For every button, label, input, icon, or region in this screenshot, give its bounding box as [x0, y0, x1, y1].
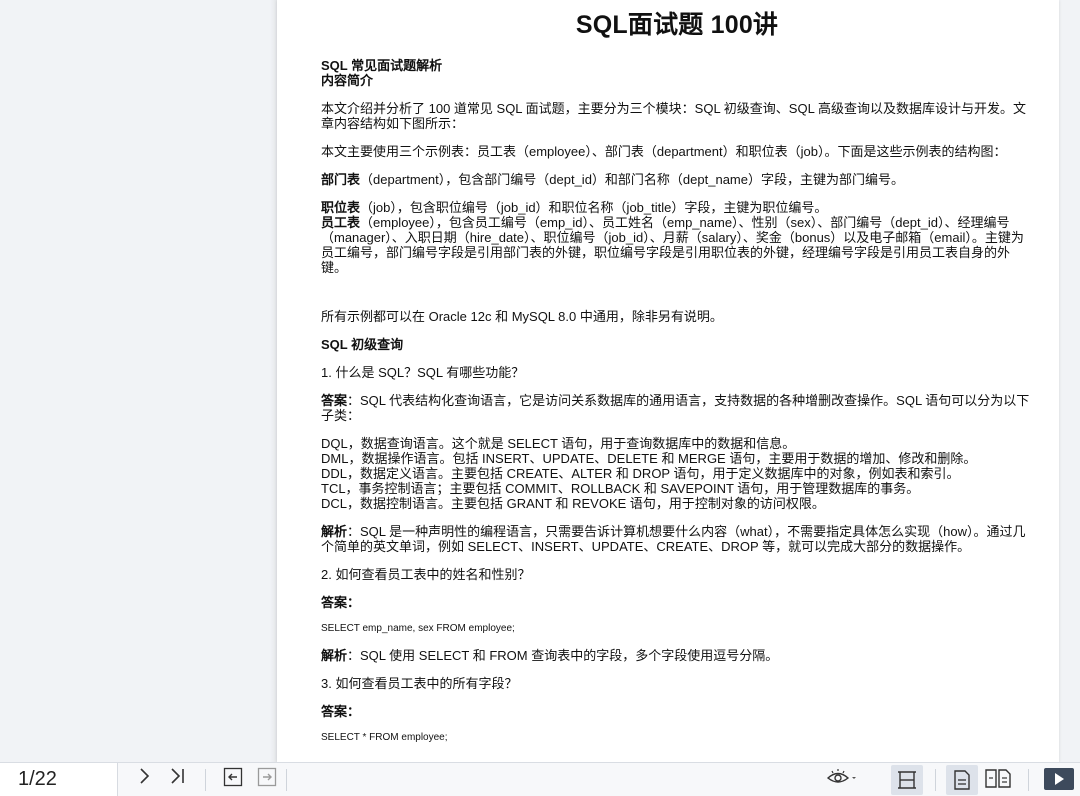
toolbar-divider: [205, 769, 206, 791]
q1-analysis: 解析：SQL 是一种声明性的编程语言，只需要告诉计算机想要什么内容（what），…: [321, 524, 1033, 554]
play-icon[interactable]: [1042, 767, 1076, 791]
job-text: （job），包含职位编号（job_id）和职位名称（job_title）字段，主…: [360, 200, 828, 215]
single-page-icon[interactable]: [946, 765, 978, 795]
page-indicator[interactable]: 1/22: [18, 768, 57, 791]
q1-list-item: DML，数据操作语言。包括 INSERT、UPDATE、DELETE 和 MER…: [321, 451, 977, 466]
q1-analysis-text: ：SQL 是一种声明性的编程语言，只需要告诉计算机想要什么内容（what），不需…: [321, 524, 1026, 554]
q2-analysis-text: ：SQL 使用 SELECT 和 FROM 查询表中的字段，多个字段使用逗号分隔…: [347, 648, 779, 663]
dept-table-desc: 部门表（department），包含部门编号（dept_id）和部门名称（dep…: [321, 172, 1033, 187]
section-basic-heading: SQL 初级查询: [321, 337, 404, 352]
page-indicator-box[interactable]: 1/22: [0, 763, 118, 796]
document-page: SQL面试题 100讲 SQL 常见面试题解析 内容简介 本文介绍并分析了 10…: [277, 0, 1059, 762]
q2-code: SELECT emp_name, sex FROM employee;: [321, 623, 515, 634]
bottom-toolbar: 1/22: [0, 762, 1080, 796]
emp-text: （employee），包含员工编号（emp_id）、员工姓名（emp_name）…: [321, 215, 1024, 275]
intro-paragraph-2: 本文主要使用三个示例表：员工表（employee）、部门表（department…: [321, 144, 1007, 159]
toolbar-divider: [286, 769, 287, 791]
emp-table-desc: 员工表（employee），包含员工编号（emp_id）、员工姓名（emp_na…: [321, 215, 1033, 275]
dept-label: 部门表: [321, 172, 361, 187]
q1-list-item: DCL，数据控制语言。主要包括 GRANT 和 REVOKE 语句，用于控制对象…: [321, 496, 825, 511]
emp-label: 员工表: [321, 215, 361, 230]
next-page-icon[interactable]: [133, 767, 157, 791]
eye-icon[interactable]: [826, 767, 856, 791]
job-table-desc: 职位表（job），包含职位编号（job_id）和职位名称（job_title）字…: [321, 200, 1033, 215]
q1-list-item: DQL，数据查询语言。这个就是 SELECT 语句，用于查询数据库中的数据和信息…: [321, 436, 796, 451]
job-label: 职位表: [321, 200, 361, 215]
last-page-icon[interactable]: [166, 767, 190, 791]
q1-list-item: TCL，事务控制语言；主要包括 COMMIT、ROLLBACK 和 SAVEPO…: [321, 481, 920, 496]
question-2: 2. 如何查看员工表中的姓名和性别？: [321, 567, 531, 582]
back-icon[interactable]: [221, 767, 245, 791]
heading-main: SQL 常见面试题解析: [321, 58, 443, 73]
analysis-label: 解析: [321, 524, 348, 539]
q3-code: SELECT * FROM employee;: [321, 732, 448, 743]
answer-label: 答案: [321, 393, 348, 408]
answer-label: 答案: [321, 704, 348, 719]
toolbar-divider: [1028, 769, 1029, 791]
answer-label: 答案: [321, 595, 348, 610]
answer-colon: ：: [347, 704, 361, 719]
q1-answer-text: ：SQL 代表结构化查询语言，它是访问关系数据库的通用语言，支持数据的各种增删改…: [321, 393, 1030, 423]
question-3: 3. 如何查看员工表中的所有字段？: [321, 676, 518, 691]
question-1: 1. 什么是 SQL？SQL 有哪些功能？: [321, 365, 525, 380]
fit-width-icon[interactable]: [891, 765, 923, 795]
q1-answer: 答案：SQL 代表结构化查询语言，它是访问关系数据库的通用语言，支持数据的各种增…: [321, 393, 1033, 423]
q1-list: DQL，数据查询语言。这个就是 SELECT 语句，用于查询数据库中的数据和信息…: [321, 436, 1033, 511]
q2-analysis: 解析：SQL 使用 SELECT 和 FROM 查询表中的字段，多个字段使用逗号…: [321, 648, 1033, 663]
document-content: SQL面试题 100讲 SQL 常见面试题解析 内容简介 本文介绍并分析了 10…: [321, 0, 1033, 744]
dept-text: （department），包含部门编号（dept_id）和部门名称（dept_n…: [360, 172, 904, 187]
q1-list-item: DDL，数据定义语言。主要包括 CREATE、ALTER 和 DROP 语句，用…: [321, 466, 960, 481]
q3-answer: 答案：: [321, 704, 1033, 719]
document-title: SQL面试题 100讲: [575, 11, 779, 39]
compat-note: 所有示例都可以在 Oracle 12c 和 MySQL 8.0 中通用，除非另有…: [321, 309, 723, 324]
q2-answer: 答案：: [321, 595, 1033, 610]
analysis-label: 解析: [321, 648, 348, 663]
forward-icon[interactable]: [255, 767, 279, 791]
heading-intro: 内容简介: [321, 73, 374, 88]
answer-colon: ：: [347, 595, 361, 610]
toolbar-divider: [935, 769, 936, 791]
two-page-icon[interactable]: [983, 767, 1013, 791]
intro-paragraph-1: 本文介绍并分析了 100 道常见 SQL 面试题，主要分为三个模块：SQL 初级…: [321, 101, 1026, 131]
